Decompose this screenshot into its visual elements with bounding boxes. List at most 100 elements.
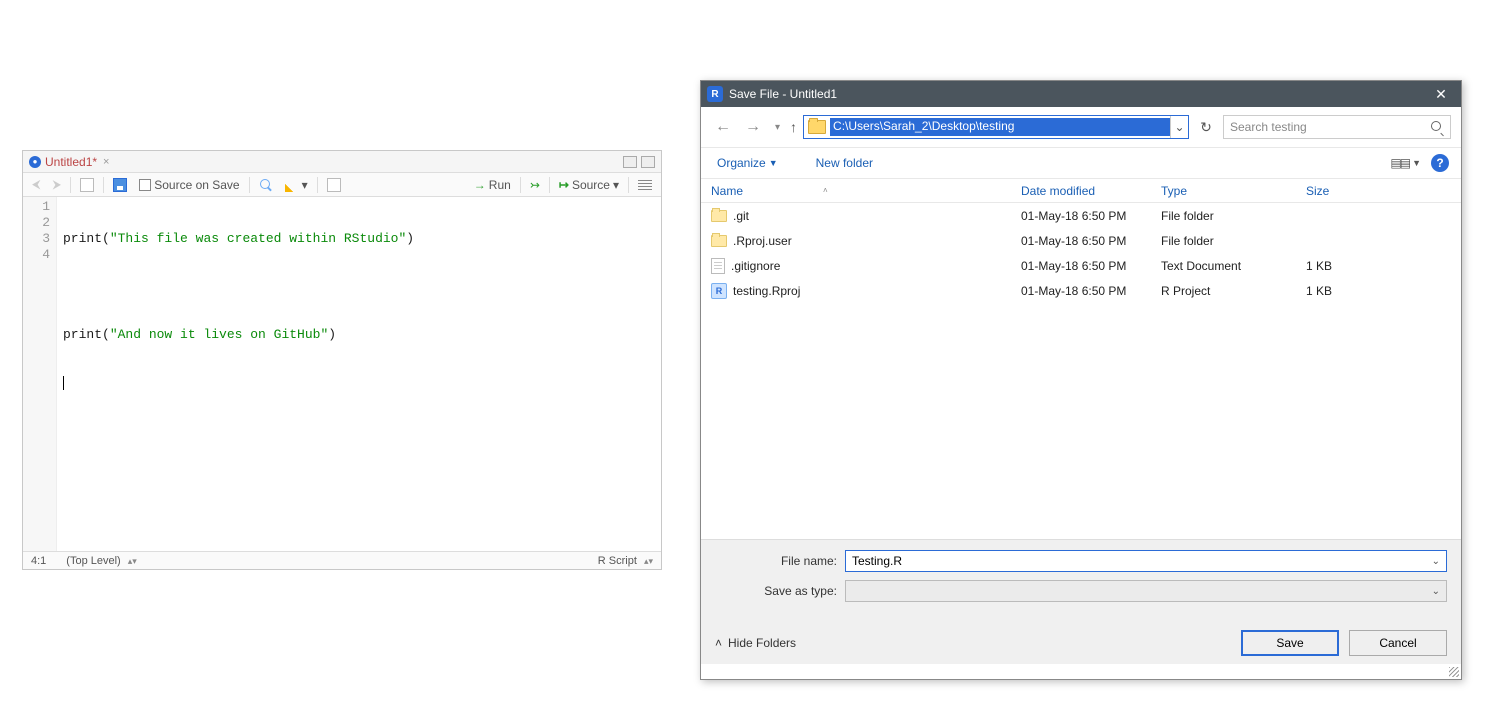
- help-icon[interactable]: ?: [1431, 154, 1449, 172]
- file-date: 01-May-18 6:50 PM: [1011, 259, 1151, 273]
- updown-icon: ▴▾: [644, 556, 653, 566]
- cancel-button[interactable]: Cancel: [1349, 630, 1447, 656]
- search-icon: [1431, 120, 1444, 134]
- hide-folders-toggle[interactable]: ˄ Hide Folders: [715, 636, 796, 650]
- column-header-date[interactable]: Date modified: [1011, 184, 1151, 198]
- source-on-save-label: Source on Save: [154, 178, 239, 192]
- r-file-icon: ●: [29, 156, 41, 168]
- show-in-new-window-button[interactable]: [77, 177, 97, 193]
- cursor-position[interactable]: 4:1: [31, 555, 46, 567]
- code-tools-button[interactable]: ▾: [282, 177, 311, 193]
- file-name: .gitignore: [731, 259, 780, 273]
- separator: [317, 177, 318, 193]
- find-replace-button[interactable]: [256, 177, 276, 193]
- address-dropdown-icon[interactable]: ⌄: [1170, 116, 1188, 138]
- folder-icon: [808, 120, 826, 134]
- compile-report-button[interactable]: [324, 177, 344, 193]
- save-as-type-label: Save as type:: [715, 584, 845, 598]
- separator: [549, 177, 550, 193]
- dialog-nav-bar: ← → ▾ ↑ C:\Users\Sarah_2\Desktop\testing…: [701, 107, 1461, 147]
- run-button[interactable]: → Run: [471, 177, 514, 193]
- dialog-titlebar[interactable]: R Save File - Untitled1 ✕: [701, 81, 1461, 107]
- source-button[interactable]: ↦ Source ▾: [556, 177, 622, 193]
- file-row[interactable]: Rtesting.Rproj 01-May-18 6:50 PM R Proje…: [701, 278, 1461, 303]
- organize-button[interactable]: Organize ▼: [713, 154, 782, 172]
- language-label: R Script: [598, 555, 637, 567]
- code-content[interactable]: print("This file was created within RStu…: [57, 197, 420, 551]
- nav-fwd-button[interactable]: ⮞: [50, 176, 65, 193]
- column-label: Name: [711, 184, 743, 198]
- code-token: print: [63, 327, 102, 342]
- address-path[interactable]: C:\Users\Sarah_2\Desktop\testing: [830, 118, 1170, 136]
- file-list-header: Name ˄ Date modified Type Size: [701, 179, 1461, 203]
- file-type: Text Document: [1151, 259, 1296, 273]
- save-button[interactable]: Save: [1241, 630, 1339, 656]
- nav-back-button[interactable]: ⮜: [29, 176, 44, 193]
- save-as-type-select[interactable]: ⌄: [845, 580, 1447, 602]
- resize-grip-icon[interactable]: [1449, 667, 1459, 677]
- rerun-icon: ↣: [530, 178, 540, 192]
- editor-tab-title[interactable]: Untitled1*: [45, 155, 97, 169]
- disk-icon: [113, 178, 127, 192]
- minimize-pane-icon[interactable]: [623, 156, 637, 168]
- close-icon[interactable]: ✕: [1421, 81, 1461, 107]
- notebook-icon: [327, 178, 341, 192]
- language-selector[interactable]: R Script ▴▾: [598, 555, 653, 567]
- search-input[interactable]: Search testing: [1223, 115, 1451, 139]
- file-name: testing.Rproj: [733, 284, 800, 298]
- text-cursor: [63, 376, 64, 390]
- dialog-bottom-panel: File name: Testing.R ⌄ Save as type: ⌄ ˄…: [701, 539, 1461, 664]
- nav-back-icon[interactable]: ←: [711, 116, 735, 138]
- maximize-pane-icon[interactable]: [641, 156, 655, 168]
- editor-toolbar: ⮜ ⮞ Source on Save ▾ → Run ↣ ↦ Source ▾: [23, 173, 661, 197]
- scope-selector[interactable]: (Top Level) ▴▾: [66, 555, 137, 567]
- file-row[interactable]: .Rproj.user 01-May-18 6:50 PM File folde…: [701, 228, 1461, 253]
- save-button[interactable]: [110, 177, 130, 193]
- column-header-size[interactable]: Size: [1296, 184, 1376, 198]
- file-name-value: Testing.R: [852, 554, 902, 568]
- close-tab-icon[interactable]: ×: [103, 156, 109, 168]
- file-row[interactable]: .gitignore 01-May-18 6:50 PM Text Docume…: [701, 253, 1461, 278]
- separator: [520, 177, 521, 193]
- file-name-label: File name:: [715, 554, 845, 568]
- file-size: 1 KB: [1296, 284, 1376, 298]
- command-bar: Organize ▼ New folder ▤▤ ▼ ?: [701, 147, 1461, 179]
- file-name-row: File name: Testing.R ⌄: [715, 550, 1447, 572]
- refresh-icon[interactable]: ↻: [1195, 119, 1217, 136]
- outline-button[interactable]: [635, 179, 655, 191]
- toolbar-right: → Run ↣ ↦ Source ▾: [471, 177, 655, 193]
- dialog-title: Save File - Untitled1: [729, 87, 837, 101]
- rstudio-editor-panel: ● Untitled1* × ⮜ ⮞ Source on Save ▾ → Ru…: [22, 150, 662, 570]
- file-date: 01-May-18 6:50 PM: [1011, 234, 1151, 248]
- command-bar-right: ▤▤ ▼ ?: [1390, 154, 1449, 172]
- separator: [103, 177, 104, 193]
- checkbox-icon: [139, 179, 151, 191]
- address-bar[interactable]: C:\Users\Sarah_2\Desktop\testing ⌄: [803, 115, 1189, 139]
- chevron-down-icon[interactable]: ⌄: [1432, 556, 1440, 567]
- new-folder-button[interactable]: New folder: [812, 154, 877, 172]
- file-list: Name ˄ Date modified Type Size .git 01-M…: [701, 179, 1461, 539]
- save-as-type-row: Save as type: ⌄: [715, 580, 1447, 602]
- line-gutter: 1 2 3 4: [23, 197, 57, 551]
- code-area[interactable]: 1 2 3 4 print("This file was created wit…: [23, 197, 661, 551]
- code-string: "And now it lives on GitHub": [110, 327, 328, 342]
- file-type: R Project: [1151, 284, 1296, 298]
- file-row[interactable]: .git 01-May-18 6:50 PM File folder: [701, 203, 1461, 228]
- nav-history-icon[interactable]: ▾: [771, 120, 784, 135]
- view-options-button[interactable]: ▤▤ ▼: [1390, 156, 1421, 170]
- column-header-name[interactable]: Name ˄: [701, 184, 1011, 198]
- file-name-input[interactable]: Testing.R ⌄: [845, 550, 1447, 572]
- file-type: File folder: [1151, 209, 1296, 223]
- rerun-button[interactable]: ↣: [527, 177, 543, 193]
- column-header-type[interactable]: Type: [1151, 184, 1296, 198]
- file-type: File folder: [1151, 234, 1296, 248]
- folder-icon: [711, 210, 727, 222]
- outline-icon: [638, 180, 652, 190]
- list-view-icon: ▤▤: [1390, 156, 1409, 170]
- scope-label: (Top Level): [66, 555, 120, 567]
- chevron-down-icon[interactable]: ⌄: [1432, 586, 1440, 597]
- line-number: 4: [25, 247, 50, 263]
- nav-up-icon[interactable]: ↑: [790, 119, 797, 135]
- nav-forward-icon[interactable]: →: [741, 116, 765, 138]
- source-on-save-toggle[interactable]: Source on Save: [136, 177, 242, 193]
